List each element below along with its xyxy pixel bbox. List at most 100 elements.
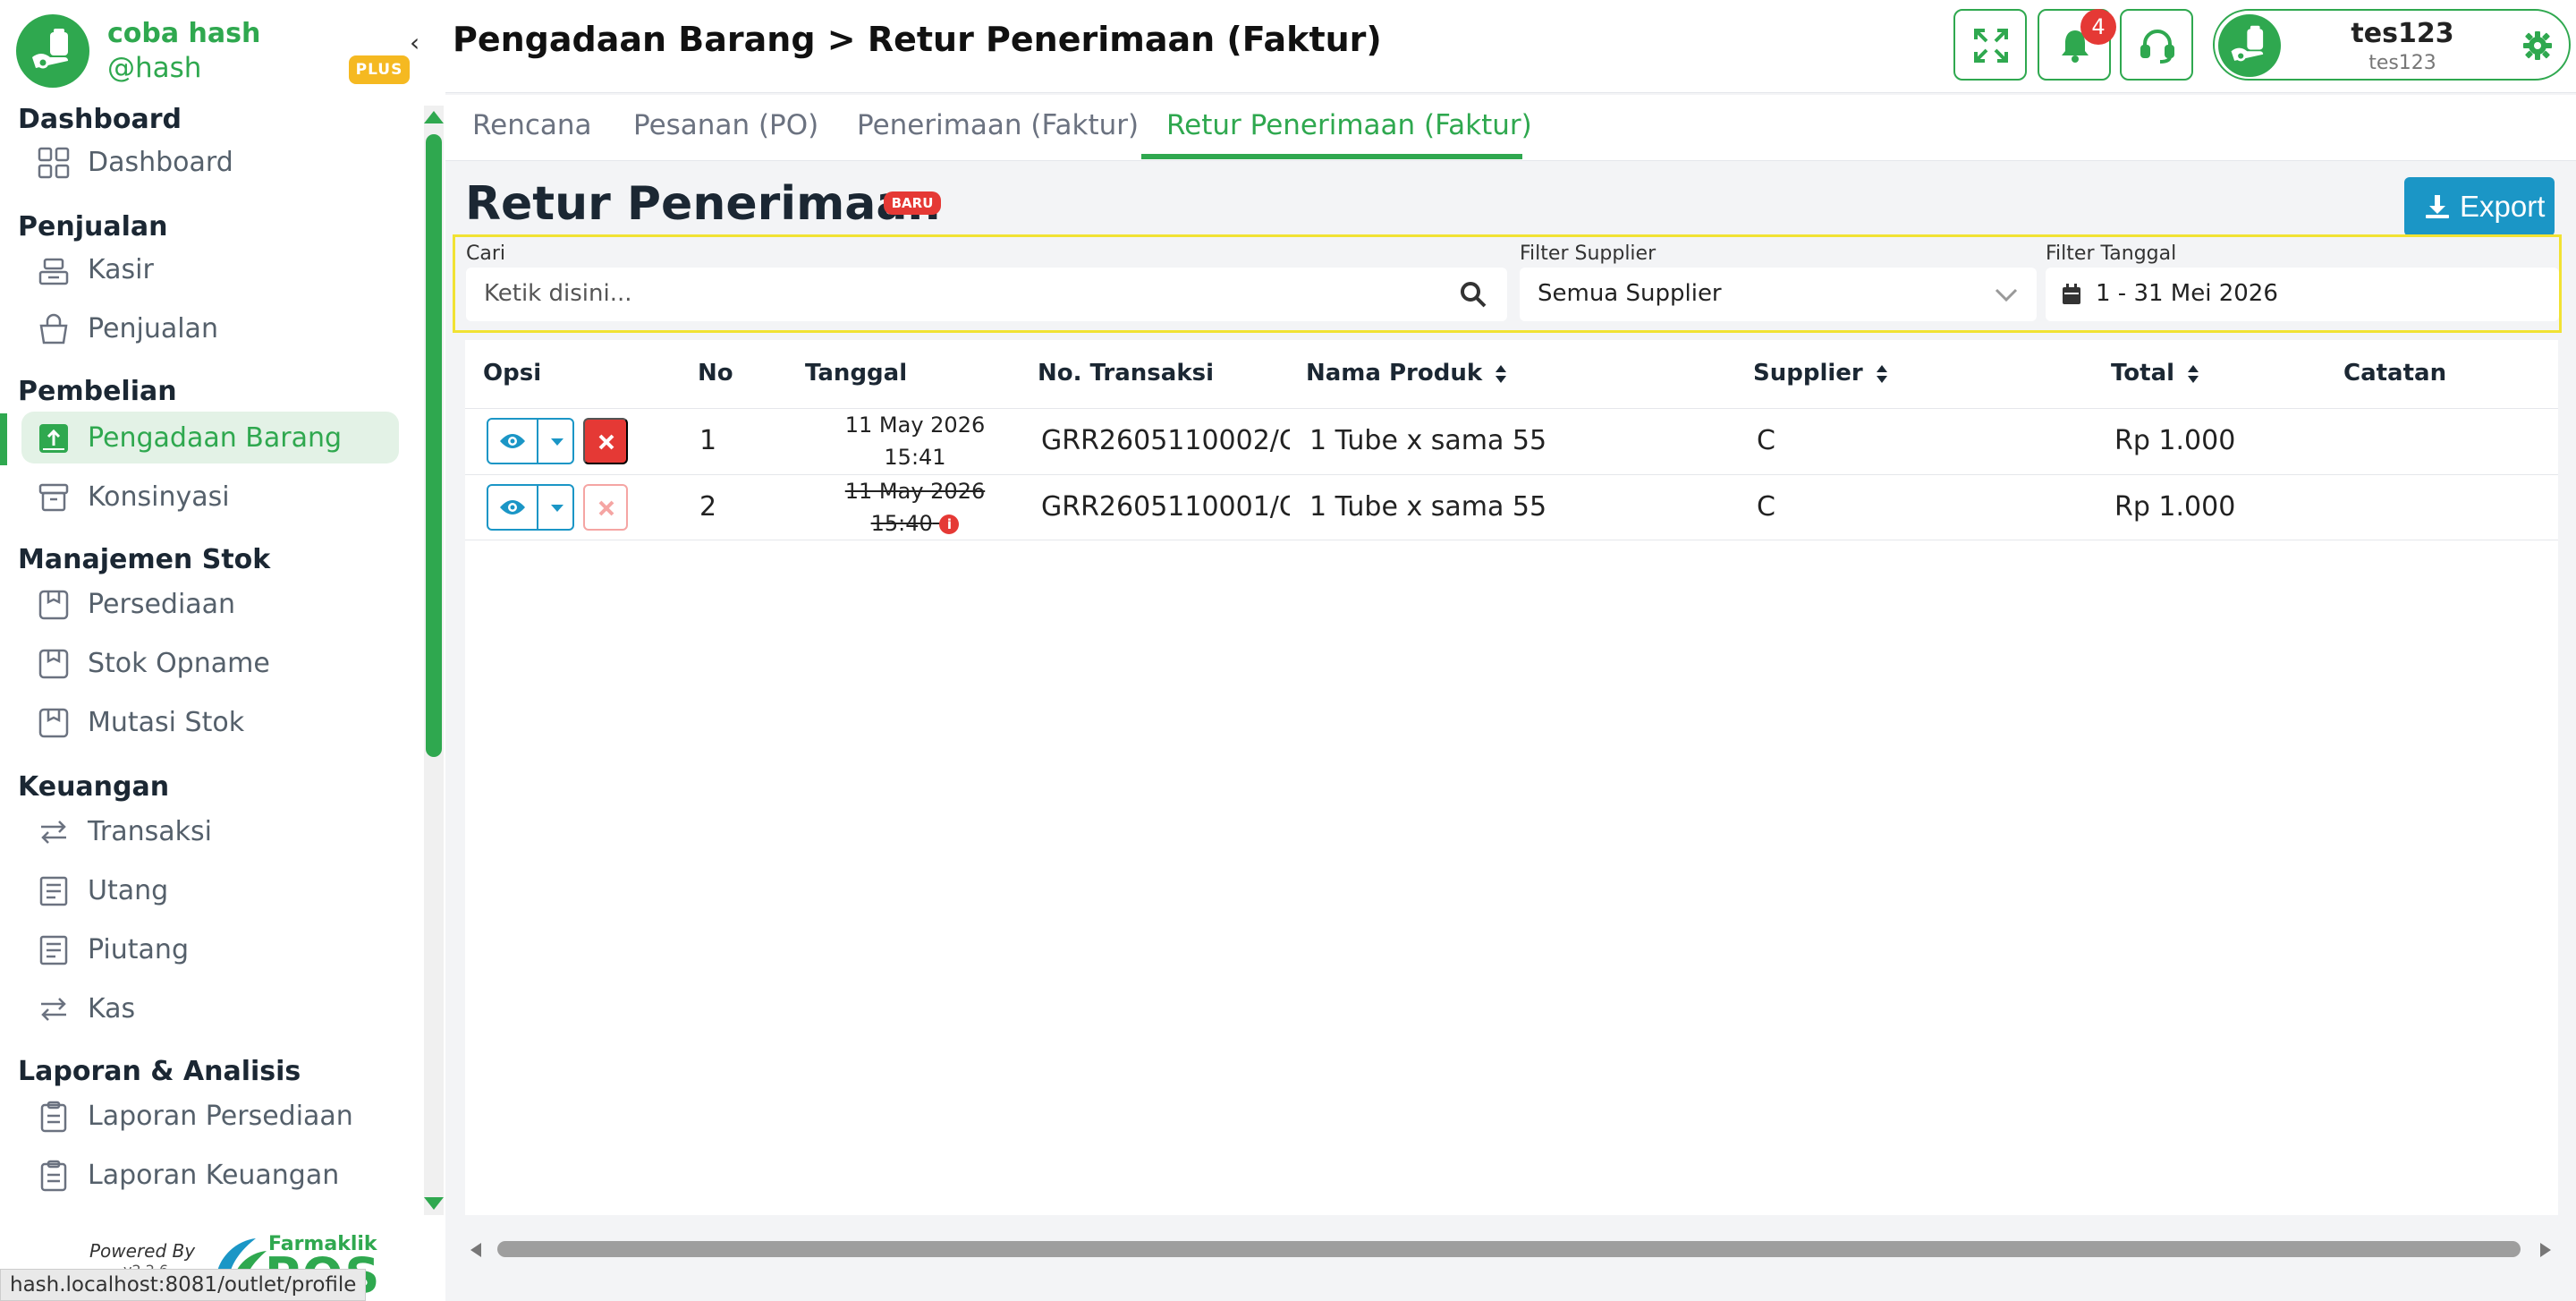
- row-total: Rp 1.000: [2114, 425, 2236, 456]
- row-options-dropdown[interactable]: [537, 484, 574, 531]
- sort-icon[interactable]: [1495, 364, 1507, 384]
- row-supplier: C: [1757, 425, 1775, 456]
- eye-icon: [500, 434, 525, 448]
- retur-table: Opsi No Tanggal No. Transaksi Nama Produ…: [465, 340, 2558, 1215]
- delete-button-disabled[interactable]: [583, 484, 628, 531]
- row-date-time: 15:41: [884, 445, 946, 470]
- sidebar-item-transaksi[interactable]: Transaksi: [21, 805, 399, 857]
- col-tanggal: Tanggal: [805, 360, 908, 387]
- row-date-time: 15:40: [870, 511, 933, 536]
- col-no-transaksi: No. Transaksi: [1038, 360, 1215, 387]
- sort-icon[interactable]: [2187, 364, 2199, 384]
- sidebar-item-laporan-keuangan[interactable]: Laporan Keuangan: [21, 1149, 399, 1201]
- row-date-day: 11 May 2026: [844, 412, 986, 438]
- supplier-select-value: Semua Supplier: [1538, 280, 1722, 307]
- sidebar-item-mutasi-stok[interactable]: Mutasi Stok: [21, 696, 399, 748]
- grid-icon: [38, 147, 70, 179]
- sidebar-item-dashboard[interactable]: Dashboard: [21, 136, 399, 188]
- sidebar-item-label: Konsinyasi: [88, 481, 230, 513]
- view-button[interactable]: [487, 484, 538, 531]
- top-header: Pengadaan Barang > Retur Penerimaan (Fak…: [445, 0, 2576, 93]
- scroll-up-icon[interactable]: [424, 111, 444, 123]
- sidebar-item-label: Laporan Keuangan: [88, 1160, 340, 1191]
- caret-down-icon: [551, 505, 564, 512]
- tab-penerimaan-faktur[interactable]: Penerimaan (Faktur): [857, 109, 1139, 141]
- sidebar-scroll-thumb[interactable]: [426, 134, 442, 757]
- sidebar-item-persediaan[interactable]: Persediaan: [21, 578, 399, 630]
- brand-header[interactable]: coba hash @hash PLUS: [16, 14, 410, 89]
- sidebar-item-utang[interactable]: Utang: [21, 864, 399, 916]
- sidebar-item-piutang[interactable]: Piutang: [21, 923, 399, 975]
- sidebar-item-label: Stok Opname: [88, 648, 270, 679]
- scroll-down-icon[interactable]: [424, 1197, 444, 1210]
- scroll-left-icon[interactable]: [470, 1243, 481, 1257]
- col-total-label: Total: [2111, 360, 2175, 387]
- col-supplier[interactable]: Supplier: [1753, 360, 1888, 387]
- package-icon: [38, 708, 69, 738]
- support-button[interactable]: [2120, 9, 2193, 81]
- user-sub: tes123: [2368, 52, 2436, 74]
- section-dashboard: Dashboard: [18, 104, 182, 135]
- search-icon[interactable]: [1459, 280, 1487, 309]
- sidebar-item-label: Kasir: [88, 254, 154, 285]
- new-badge: BARU: [884, 191, 941, 215]
- sidebar-item-label: Pengadaan Barang: [88, 422, 343, 454]
- sidebar-item-stok-opname[interactable]: Stok Opname: [21, 637, 399, 689]
- row-transaksi: GRR2605110001/GR2: [1041, 491, 1290, 523]
- status-bar-url: hash.localhost:8081/outlet/profile: [0, 1269, 367, 1301]
- col-nama-produk[interactable]: Nama Produk: [1306, 360, 1507, 387]
- sidebar-item-label: Utang: [88, 875, 169, 906]
- supplier-select[interactable]: Semua Supplier: [1520, 268, 2037, 321]
- scroll-right-icon[interactable]: [2540, 1243, 2551, 1257]
- sidebar-item-label: Piutang: [88, 934, 189, 965]
- sidebar-item-pengadaan-barang[interactable]: Pengadaan Barang: [21, 412, 399, 463]
- col-nama-produk-label: Nama Produk: [1306, 360, 1483, 387]
- section-manajemen-stok: Manajemen Stok: [18, 544, 271, 575]
- sidebar-item-laporan-persediaan[interactable]: Laporan Persediaan: [21, 1090, 399, 1142]
- sidebar-item-label: Mutasi Stok: [88, 707, 245, 738]
- sidebar-item-kas[interactable]: Kas: [21, 982, 399, 1034]
- section-pembelian: Pembelian: [18, 376, 177, 407]
- filter-bar: Cari Ketik disini... Filter Supplier Sem…: [453, 234, 2562, 333]
- sidebar-item-konsinyasi[interactable]: Konsinyasi: [21, 471, 399, 523]
- date-filter-label: Filter Tanggal: [2046, 242, 2177, 265]
- search-input[interactable]: Ketik disini...: [466, 268, 1507, 321]
- table-row: 1 11 May 2026 15:41 GRR2605110002/GR2 1 T…: [465, 408, 2558, 474]
- fullscreen-button[interactable]: [1953, 9, 2027, 81]
- row-options-dropdown[interactable]: [537, 418, 574, 464]
- date-range-value: 1 - 31 Mei 2026: [2096, 280, 2278, 307]
- download-icon: [2426, 195, 2449, 218]
- receipt-icon: [39, 876, 68, 906]
- powered-by-text: Powered By: [89, 1240, 196, 1262]
- row-no: 2: [699, 491, 717, 523]
- eye-icon: [500, 500, 525, 514]
- export-button[interactable]: Export: [2404, 177, 2555, 236]
- tab-rencana[interactable]: Rencana: [472, 109, 592, 141]
- supplier-filter-label: Filter Supplier: [1520, 242, 1657, 265]
- user-name: tes123: [2351, 18, 2454, 49]
- tab-retur-penerimaan-faktur[interactable]: Retur Penerimaan (Faktur): [1166, 109, 1532, 141]
- row-date-day: 11 May 2026: [844, 479, 986, 504]
- sidebar-item-label: Dashboard: [88, 147, 233, 178]
- delete-button[interactable]: [583, 418, 628, 464]
- export-label: Export: [2460, 190, 2546, 223]
- view-button[interactable]: [487, 418, 538, 464]
- table-horizontal-scrollbar[interactable]: [470, 1238, 2551, 1262]
- archive-icon: [38, 483, 69, 512]
- sidebar-item-kasir[interactable]: Kasir: [21, 243, 399, 295]
- col-total[interactable]: Total: [2111, 360, 2199, 387]
- gear-icon[interactable]: [2522, 30, 2553, 61]
- close-icon: [598, 500, 614, 516]
- collapse-sidebar-icon[interactable]: ‹: [410, 30, 431, 55]
- sidebar-item-label: Persediaan: [88, 589, 236, 620]
- info-icon[interactable]: i: [939, 514, 960, 534]
- tab-pesanan-po[interactable]: Pesanan (PO): [633, 109, 818, 141]
- date-range-picker[interactable]: 1 - 31 Mei 2026: [2046, 268, 2559, 321]
- page-title: Retur Penerimaan: [465, 177, 941, 231]
- sidebar-item-penjualan[interactable]: Penjualan: [21, 302, 399, 354]
- row-date: 11 May 2026 15:41: [803, 409, 1027, 473]
- user-profile-menu[interactable]: tes123 tes123: [2213, 9, 2571, 81]
- sidebar-menu: Dashboard Dashboard Penjualan Kasir Penj…: [0, 100, 424, 1201]
- table-scroll-thumb[interactable]: [497, 1241, 2521, 1257]
- sort-icon[interactable]: [1876, 364, 1888, 384]
